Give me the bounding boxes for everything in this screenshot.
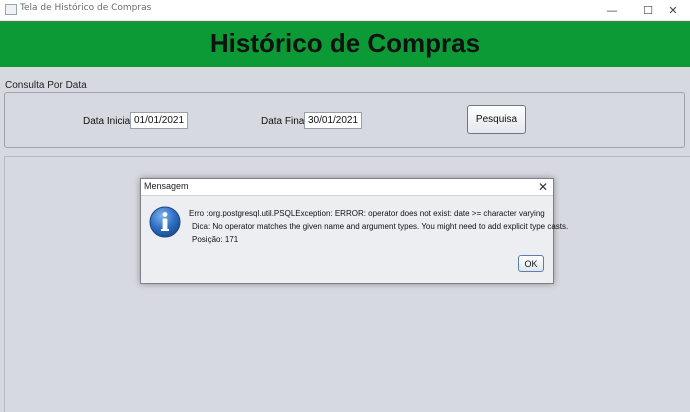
position-message-line: Posição: 171 [192, 235, 239, 244]
dialog-title: Mensagem [144, 181, 189, 191]
error-message-line: Erro :org.postgresql.util.PSQLException:… [189, 209, 545, 218]
dialog-close-button[interactable]: ✕ [535, 179, 551, 195]
start-date-label: Data Inicial: [83, 116, 136, 127]
app-icon [5, 4, 17, 15]
info-icon [149, 206, 181, 238]
minimize-button[interactable]: — [595, 0, 629, 20]
search-button[interactable]: Pesquisa [467, 105, 526, 134]
start-date-input[interactable] [130, 112, 188, 129]
error-dialog: Mensagem ✕ Erro :org.postgresql.util.PSQ… [140, 178, 568, 284]
window-title: Tela de Histórico de Compras [20, 3, 152, 13]
hint-message-line: Dica: No operator matches the given name… [192, 222, 569, 231]
header-banner: Histórico de Compras [0, 21, 690, 67]
page-title: Histórico de Compras [209, 28, 481, 58]
end-date-input[interactable] [304, 112, 362, 129]
window-titlebar: Tela de Histórico de Compras — ☐ ✕ [0, 0, 690, 21]
end-date-label: Data Final: [261, 116, 310, 127]
ok-button[interactable]: OK [518, 255, 544, 272]
close-button[interactable]: ✕ [656, 0, 690, 20]
search-group-label: Consulta Por Data [5, 80, 87, 91]
dialog-titlebar: Mensagem ✕ [141, 179, 553, 196]
